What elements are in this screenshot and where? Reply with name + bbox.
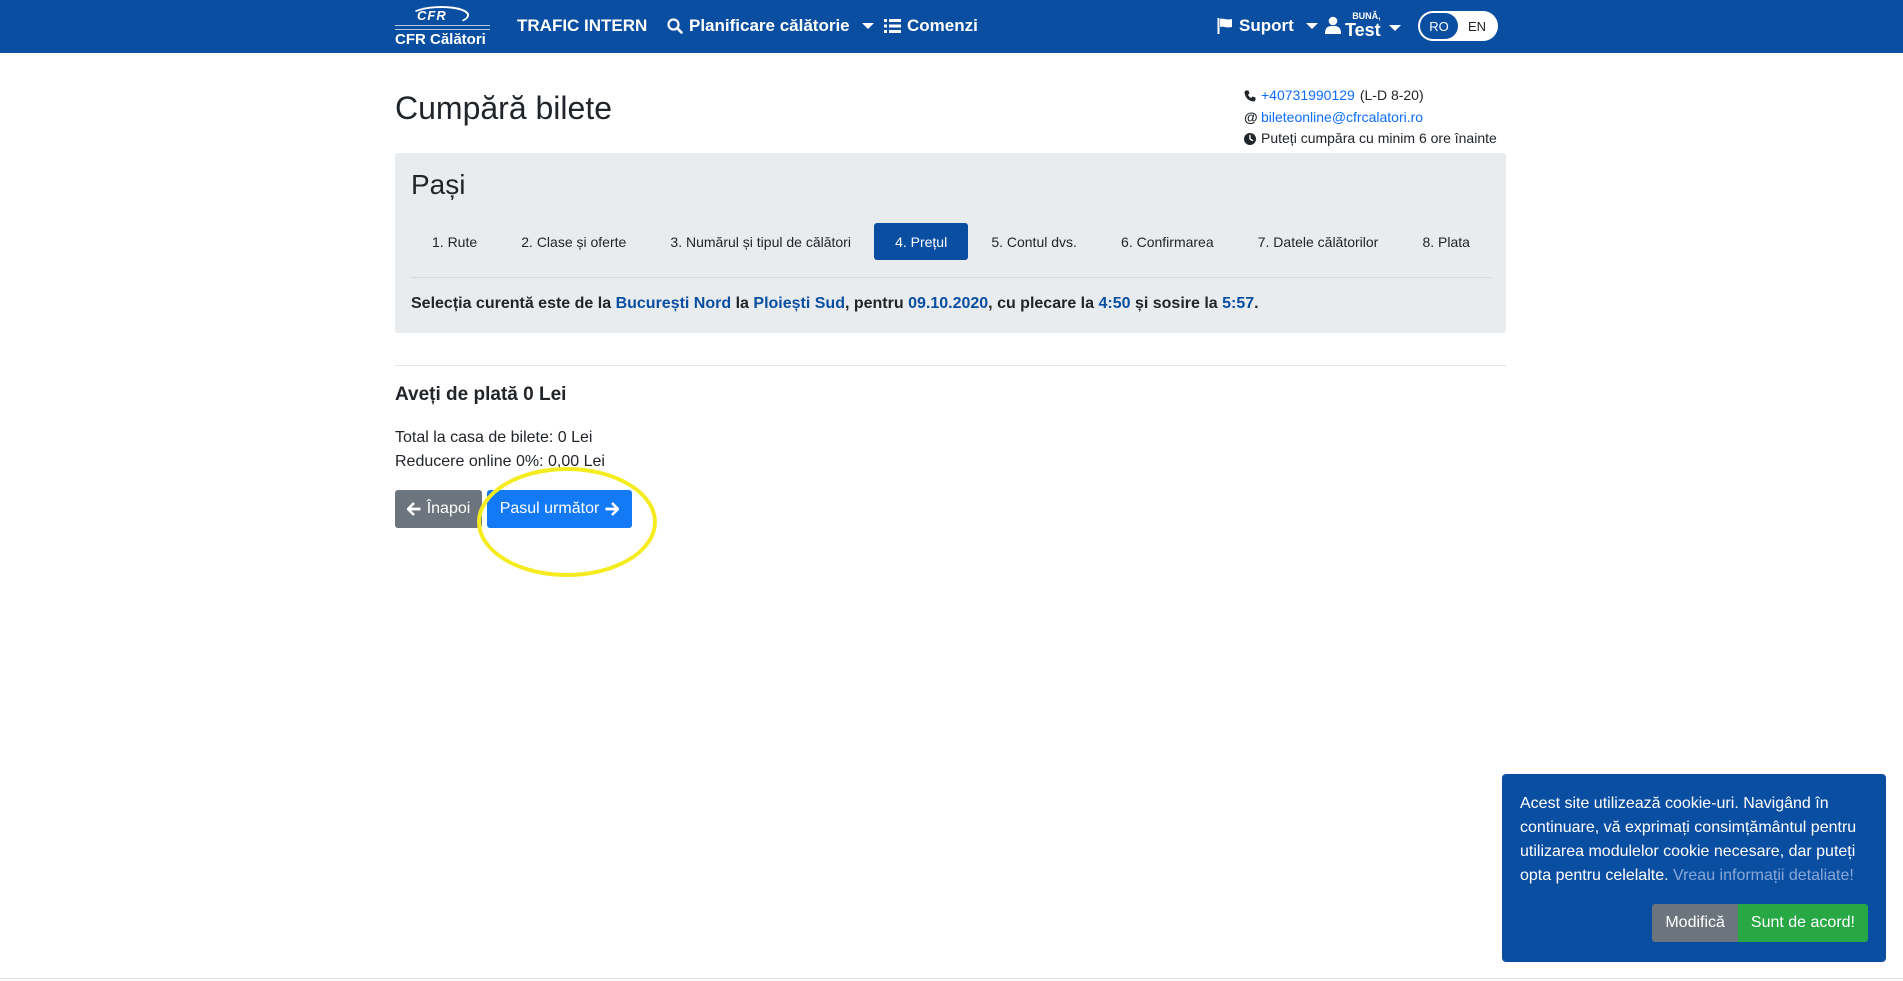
selection-to: Ploiești Sud bbox=[753, 295, 845, 312]
step-clase-oferte[interactable]: 2. Clase și oferte bbox=[500, 223, 647, 260]
flag-icon bbox=[1217, 18, 1233, 34]
nav-suport-label: Suport bbox=[1239, 16, 1294, 35]
navbar-inner: CFR CFR Călători TRAFIC INTERN Planifica… bbox=[395, 0, 1505, 53]
notice-text: Puteți cumpăra cu minim 6 ore înainte bbox=[1261, 130, 1497, 146]
payment-total: Total la casa de bilete: 0 Lei bbox=[395, 429, 593, 446]
phone-link[interactable]: +40731990129 bbox=[1261, 85, 1355, 107]
top-navbar: CFR CFR Călători TRAFIC INTERN Planifica… bbox=[0, 0, 1903, 53]
logo-small-text: CFR bbox=[417, 8, 447, 23]
nav-planificare-label: Planificare călătorie bbox=[689, 16, 850, 35]
nav-comenzi-label: Comenzi bbox=[907, 16, 978, 35]
lang-en-button[interactable]: EN bbox=[1458, 13, 1496, 39]
list-icon bbox=[884, 19, 901, 33]
nav-trafic-label: TRAFIC INTERN bbox=[517, 16, 648, 35]
language-switch: RO EN bbox=[1418, 11, 1498, 41]
step-plata[interactable]: 8. Plata bbox=[1401, 223, 1490, 260]
nav-planificare-dropdown[interactable]: Planificare călătorie bbox=[667, 16, 874, 36]
page-bottom-border bbox=[0, 978, 1903, 979]
next-button-label: Pasul următor bbox=[499, 500, 600, 517]
content-divider bbox=[395, 365, 1506, 366]
cookie-modify-button[interactable]: Modifică bbox=[1652, 904, 1738, 942]
cookie-buttons: Modifică Sunt de acord! bbox=[1652, 904, 1868, 942]
selection-departure-word: , cu plecare la bbox=[988, 295, 1095, 312]
chevron-down-icon bbox=[861, 23, 874, 29]
selection-prefix: Selecția curentă este de la bbox=[411, 295, 612, 312]
step-confirmarea[interactable]: 6. Confirmarea bbox=[1100, 223, 1235, 260]
current-selection: Selecția curentă este de la București No… bbox=[411, 295, 1259, 313]
clock-icon bbox=[1244, 132, 1256, 145]
phone-icon bbox=[1244, 90, 1256, 102]
contact-email-row: @ bileteonline@cfrcalatori.ro bbox=[1244, 107, 1497, 129]
next-step-button[interactable]: Pasul următor bbox=[487, 490, 632, 528]
logo-name: CFR Călători bbox=[395, 31, 486, 48]
selection-arrival-word: și sosire la bbox=[1134, 295, 1218, 312]
email-link[interactable]: bileteonline@cfrcalatori.ro bbox=[1261, 107, 1423, 129]
arrow-right-icon bbox=[605, 502, 620, 516]
selection-departure: 4:50 bbox=[1098, 295, 1131, 312]
steps-title: Pași bbox=[411, 169, 466, 200]
selection-for-word: , pentru bbox=[844, 295, 904, 312]
steps-panel: Pași 1. Rute 2. Clase și oferte 3. Număr… bbox=[395, 153, 1506, 333]
payment-title: Aveți de plată 0 Lei bbox=[395, 384, 567, 405]
arrow-left-icon bbox=[406, 502, 421, 516]
chevron-down-icon bbox=[1305, 23, 1318, 29]
selection-date: 09.10.2020 bbox=[908, 295, 989, 312]
user-text: BUNĂ, Test bbox=[1345, 11, 1381, 39]
steps-divider bbox=[411, 277, 1491, 278]
search-icon bbox=[667, 18, 683, 34]
payment-discount: Reducere online 0%: 0,00 Lei bbox=[395, 453, 605, 470]
selection-arrival: 5:57 bbox=[1222, 295, 1255, 312]
chevron-down-icon bbox=[1388, 25, 1401, 31]
nav-suport-dropdown[interactable]: Suport bbox=[1217, 16, 1318, 36]
step-datele-calatorilor[interactable]: 7. Datele călătorilor bbox=[1237, 223, 1400, 260]
selection-end: . bbox=[1254, 295, 1259, 312]
nav-trafic-intern[interactable]: TRAFIC INTERN bbox=[517, 16, 647, 36]
selection-to-word: la bbox=[735, 295, 749, 312]
steps-list: 1. Rute 2. Clase și oferte 3. Numărul și… bbox=[411, 223, 1491, 260]
nav-comenzi[interactable]: Comenzi bbox=[884, 16, 978, 36]
step-pretul[interactable]: 4. Prețul bbox=[874, 223, 969, 260]
cookie-banner: Acest site utilizează cookie-uri. Navigâ… bbox=[1502, 774, 1886, 962]
cookie-accept-button[interactable]: Sunt de acord! bbox=[1737, 904, 1868, 942]
back-button[interactable]: Înapoi bbox=[395, 490, 482, 528]
step-numar-calatori[interactable]: 3. Numărul și tipul de călători bbox=[649, 223, 872, 260]
logo-lines bbox=[395, 25, 490, 30]
page-title: Cumpără bilete bbox=[395, 90, 612, 126]
cookie-details-link[interactable]: Vreau informații detaliate! bbox=[1673, 867, 1854, 884]
step-rute[interactable]: 1. Rute bbox=[411, 223, 498, 260]
lang-ro-button[interactable]: RO bbox=[1420, 13, 1458, 39]
contact-notice-row: Puteți cumpăra cu minim 6 ore înainte bbox=[1244, 128, 1497, 150]
user-icon bbox=[1325, 16, 1341, 34]
selection-from: București Nord bbox=[615, 295, 732, 312]
contact-phone-row: +40731990129 (L-D 8-20) bbox=[1244, 85, 1497, 107]
at-icon: @ bbox=[1244, 108, 1258, 125]
user-name: Test bbox=[1345, 20, 1381, 40]
cfr-logo[interactable]: CFR CFR Călători bbox=[395, 6, 490, 48]
cookie-text-block: Acest site utilizează cookie-uri. Navigâ… bbox=[1520, 792, 1870, 888]
phone-hours: (L-D 8-20) bbox=[1359, 87, 1424, 103]
contact-info: +40731990129 (L-D 8-20) @ bileteonline@c… bbox=[1244, 85, 1497, 150]
back-button-label: Înapoi bbox=[426, 500, 471, 517]
step-contul[interactable]: 5. Contul dvs. bbox=[970, 223, 1098, 260]
user-menu-dropdown[interactable]: BUNĂ, Test bbox=[1325, 11, 1401, 39]
